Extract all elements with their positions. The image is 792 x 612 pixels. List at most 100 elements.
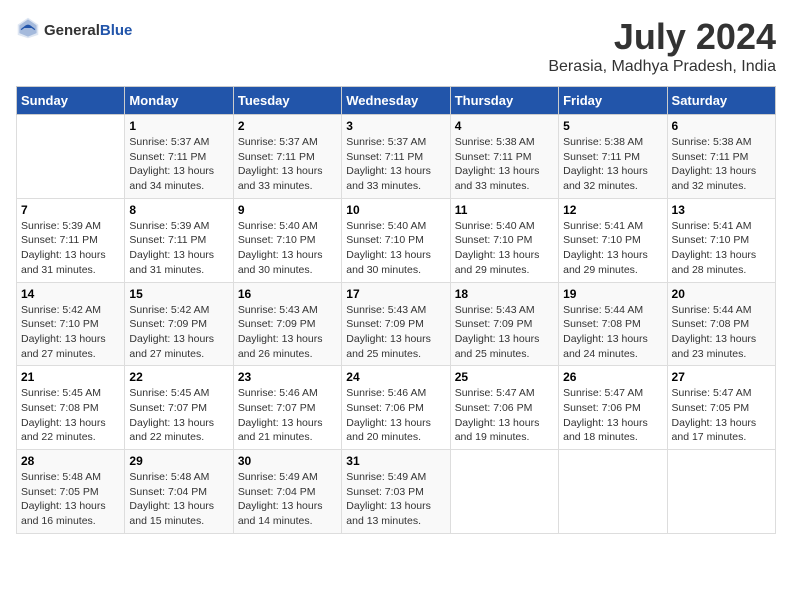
- calendar-week-row: 14 Sunrise: 5:42 AMSunset: 7:10 PMDayligh…: [17, 282, 776, 366]
- day-info: Sunrise: 5:39 AMSunset: 7:11 PMDaylight:…: [129, 219, 228, 278]
- calendar-cell: 10Sunrise: 5:40 AMSunset: 7:10 PMDayligh…: [342, 198, 450, 282]
- calendar-cell: 26 Sunrise: 5:47 AMSunset: 7:06 PMDayligh…: [559, 366, 667, 450]
- title-area: July 2024 Berasia, Madhya Pradesh, India: [548, 16, 776, 76]
- calendar-cell: 19 Sunrise: 5:44 AMSunset: 7:08 PMDayligh…: [559, 282, 667, 366]
- day-number: 23: [238, 370, 337, 384]
- calendar-cell: 17 Sunrise: 5:43 AMSunset: 7:09 PMDayligh…: [342, 282, 450, 366]
- day-info: Sunrise: 5:42 AMSunset: 7:09 PMDaylight:…: [129, 303, 228, 362]
- calendar-cell: 4Sunrise: 5:38 AMSunset: 7:11 PMDaylight…: [450, 115, 558, 199]
- calendar-week-row: 28 Sunrise: 5:48 AMSunset: 7:05 PMDayligh…: [17, 450, 776, 534]
- day-info: Sunrise: 5:39 AMSunset: 7:11 PMDaylight:…: [21, 219, 120, 278]
- day-number: 5: [563, 119, 662, 133]
- calendar-cell: 16Sunrise: 5:43 AMSunset: 7:09 PMDayligh…: [233, 282, 341, 366]
- calendar-cell: 30 Sunrise: 5:49 AMSunset: 7:04 PMDayligh…: [233, 450, 341, 534]
- day-number: 31: [346, 454, 445, 468]
- calendar-cell: 28 Sunrise: 5:48 AMSunset: 7:05 PMDayligh…: [17, 450, 125, 534]
- day-number: 29: [129, 454, 228, 468]
- calendar-week-row: 7 Sunrise: 5:39 AMSunset: 7:11 PMDaylight…: [17, 198, 776, 282]
- location-title: Berasia, Madhya Pradesh, India: [548, 58, 776, 76]
- calendar-cell: 18 Sunrise: 5:43 AMSunset: 7:09 PMDayligh…: [450, 282, 558, 366]
- day-info: Sunrise: 5:48 AMSunset: 7:04 PMDaylight:…: [129, 470, 228, 529]
- logo-general: GeneralBlue: [44, 22, 132, 40]
- day-info: Sunrise: 5:38 AMSunset: 7:11 PMDaylight:…: [672, 135, 771, 194]
- day-number: 11: [455, 203, 554, 217]
- calendar-cell: 25 Sunrise: 5:47 AMSunset: 7:06 PMDayligh…: [450, 366, 558, 450]
- calendar-cell: 5 Sunrise: 5:38 AMSunset: 7:11 PMDaylight…: [559, 115, 667, 199]
- day-header-saturday: Saturday: [667, 87, 775, 115]
- day-number: 6: [672, 119, 771, 133]
- calendar-cell: [667, 450, 775, 534]
- day-info: Sunrise: 5:45 AMSunset: 7:08 PMDaylight:…: [21, 386, 120, 445]
- day-info: Sunrise: 5:37 AMSunset: 7:11 PMDaylight:…: [346, 135, 445, 194]
- day-info: Sunrise: 5:48 AMSunset: 7:05 PMDaylight:…: [21, 470, 120, 529]
- day-info: Sunrise: 5:43 AMSunset: 7:09 PMDaylight:…: [346, 303, 445, 362]
- day-number: 30: [238, 454, 337, 468]
- calendar-cell: 6 Sunrise: 5:38 AMSunset: 7:11 PMDaylight…: [667, 115, 775, 199]
- day-info: Sunrise: 5:44 AMSunset: 7:08 PMDaylight:…: [563, 303, 662, 362]
- header: GeneralBlue July 2024 Berasia, Madhya Pr…: [16, 16, 776, 76]
- calendar-cell: 21 Sunrise: 5:45 AMSunset: 7:08 PMDayligh…: [17, 366, 125, 450]
- day-number: 22: [129, 370, 228, 384]
- day-info: Sunrise: 5:38 AMSunset: 7:11 PMDaylight:…: [455, 135, 554, 194]
- day-number: 16: [238, 287, 337, 301]
- day-header-wednesday: Wednesday: [342, 87, 450, 115]
- day-info: Sunrise: 5:41 AMSunset: 7:10 PMDaylight:…: [563, 219, 662, 278]
- day-header-thursday: Thursday: [450, 87, 558, 115]
- day-number: 3: [346, 119, 445, 133]
- calendar-cell: 31 Sunrise: 5:49 AMSunset: 7:03 PMDayligh…: [342, 450, 450, 534]
- day-info: Sunrise: 5:43 AMSunset: 7:09 PMDaylight:…: [455, 303, 554, 362]
- day-info: Sunrise: 5:49 AMSunset: 7:04 PMDaylight:…: [238, 470, 337, 529]
- day-info: Sunrise: 5:42 AMSunset: 7:10 PMDaylight:…: [21, 303, 120, 362]
- day-number: 21: [21, 370, 120, 384]
- day-info: Sunrise: 5:37 AMSunset: 7:11 PMDaylight:…: [238, 135, 337, 194]
- calendar-cell: 23 Sunrise: 5:46 AMSunset: 7:07 PMDayligh…: [233, 366, 341, 450]
- calendar-week-row: 1 Sunrise: 5:37 AMSunset: 7:11 PMDaylight…: [17, 115, 776, 199]
- day-number: 20: [672, 287, 771, 301]
- day-number: 25: [455, 370, 554, 384]
- day-number: 2: [238, 119, 337, 133]
- calendar-cell: 9Sunrise: 5:40 AMSunset: 7:10 PMDaylight…: [233, 198, 341, 282]
- logo-icon: [16, 16, 40, 40]
- calendar-cell: 13Sunrise: 5:41 AMSunset: 7:10 PMDayligh…: [667, 198, 775, 282]
- calendar-cell: 2 Sunrise: 5:37 AMSunset: 7:11 PMDaylight…: [233, 115, 341, 199]
- day-header-tuesday: Tuesday: [233, 87, 341, 115]
- day-header-sunday: Sunday: [17, 87, 125, 115]
- day-number: 7: [21, 203, 120, 217]
- day-number: 1: [129, 119, 228, 133]
- calendar-table: SundayMondayTuesdayWednesdayThursdayFrid…: [16, 86, 776, 534]
- calendar-header-row: SundayMondayTuesdayWednesdayThursdayFrid…: [17, 87, 776, 115]
- day-info: Sunrise: 5:46 AMSunset: 7:06 PMDaylight:…: [346, 386, 445, 445]
- calendar-body: 1 Sunrise: 5:37 AMSunset: 7:11 PMDaylight…: [17, 115, 776, 534]
- logo: GeneralBlue: [16, 16, 132, 45]
- day-info: Sunrise: 5:40 AMSunset: 7:10 PMDaylight:…: [455, 219, 554, 278]
- day-number: 26: [563, 370, 662, 384]
- day-number: 28: [21, 454, 120, 468]
- day-info: Sunrise: 5:40 AMSunset: 7:10 PMDaylight:…: [346, 219, 445, 278]
- day-number: 17: [346, 287, 445, 301]
- calendar-cell: 7 Sunrise: 5:39 AMSunset: 7:11 PMDaylight…: [17, 198, 125, 282]
- day-info: Sunrise: 5:47 AMSunset: 7:05 PMDaylight:…: [672, 386, 771, 445]
- day-number: 13: [672, 203, 771, 217]
- day-info: Sunrise: 5:40 AMSunset: 7:10 PMDaylight:…: [238, 219, 337, 278]
- day-number: 14: [21, 287, 120, 301]
- day-number: 8: [129, 203, 228, 217]
- calendar-cell: 24 Sunrise: 5:46 AMSunset: 7:06 PMDayligh…: [342, 366, 450, 450]
- calendar-cell: 29 Sunrise: 5:48 AMSunset: 7:04 PMDayligh…: [125, 450, 233, 534]
- day-info: Sunrise: 5:38 AMSunset: 7:11 PMDaylight:…: [563, 135, 662, 194]
- calendar-cell: [559, 450, 667, 534]
- calendar-cell: 22Sunrise: 5:45 AMSunset: 7:07 PMDayligh…: [125, 366, 233, 450]
- calendar-cell: 27Sunrise: 5:47 AMSunset: 7:05 PMDayligh…: [667, 366, 775, 450]
- calendar-cell: 15Sunrise: 5:42 AMSunset: 7:09 PMDayligh…: [125, 282, 233, 366]
- day-info: Sunrise: 5:47 AMSunset: 7:06 PMDaylight:…: [455, 386, 554, 445]
- day-info: Sunrise: 5:49 AMSunset: 7:03 PMDaylight:…: [346, 470, 445, 529]
- calendar-cell: 20Sunrise: 5:44 AMSunset: 7:08 PMDayligh…: [667, 282, 775, 366]
- calendar-week-row: 21 Sunrise: 5:45 AMSunset: 7:08 PMDayligh…: [17, 366, 776, 450]
- day-info: Sunrise: 5:47 AMSunset: 7:06 PMDaylight:…: [563, 386, 662, 445]
- day-header-monday: Monday: [125, 87, 233, 115]
- day-number: 18: [455, 287, 554, 301]
- day-number: 24: [346, 370, 445, 384]
- calendar-cell: 14 Sunrise: 5:42 AMSunset: 7:10 PMDayligh…: [17, 282, 125, 366]
- day-number: 19: [563, 287, 662, 301]
- month-title: July 2024: [548, 16, 776, 58]
- day-info: Sunrise: 5:46 AMSunset: 7:07 PMDaylight:…: [238, 386, 337, 445]
